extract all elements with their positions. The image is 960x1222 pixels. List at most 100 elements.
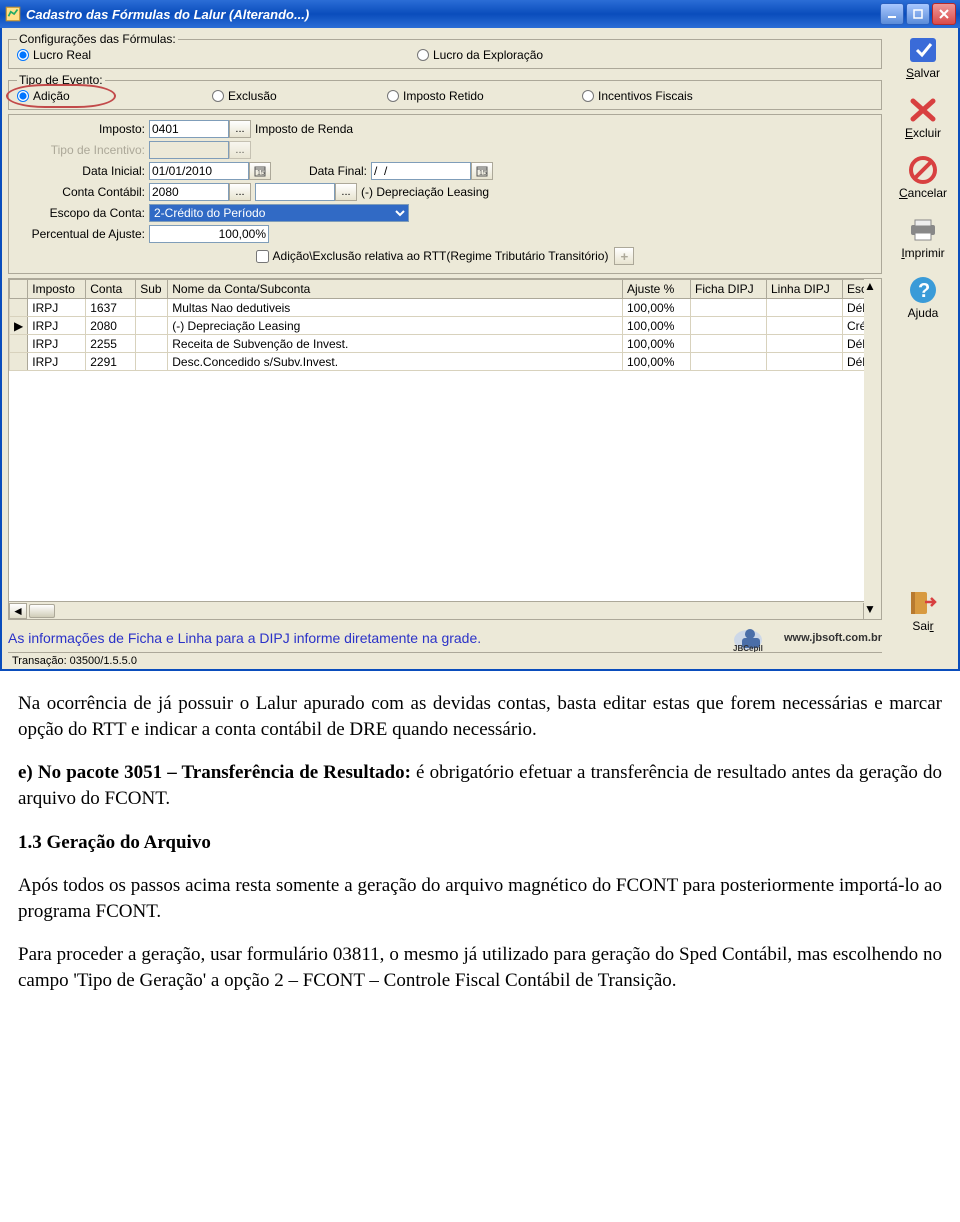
window-minimize-button[interactable]	[880, 3, 904, 25]
print-icon	[907, 217, 939, 243]
tipo-evento-legend: Tipo de Evento:	[17, 73, 105, 87]
status-bar: Transação: 03500/1.5.5.0	[8, 652, 882, 669]
config-formulas-group: Configurações das Fórmulas: Lucro Real L…	[8, 32, 882, 69]
grid-header-indicator	[10, 280, 28, 299]
escopo-select[interactable]: 2-Crédito do Período	[149, 204, 409, 222]
table-cell[interactable]: 2291	[86, 353, 136, 371]
grid-empty-area	[9, 371, 881, 601]
ajuda-label: Ajuda	[908, 306, 939, 320]
doc-paragraph: e) No pacote 3051 – Transferência de Res…	[18, 760, 942, 811]
table-cell[interactable]: IRPJ	[28, 317, 86, 335]
table-cell[interactable]	[136, 299, 168, 317]
table-cell[interactable]: 2080	[86, 317, 136, 335]
data-final-calendar-button[interactable]: 15	[471, 162, 493, 180]
grid-header[interactable]: Ajuste %	[623, 280, 691, 299]
ajuda-button[interactable]: ? Ajuda	[905, 274, 941, 320]
grid-header[interactable]: Ficha DIPJ	[691, 280, 767, 299]
radio-lucro-exploracao[interactable]: Lucro da Exploração	[417, 48, 543, 62]
imposto-code-input[interactable]	[149, 120, 229, 138]
calendar-icon: 15	[254, 165, 266, 177]
table-cell[interactable]: 100,00%	[623, 317, 691, 335]
cancelar-button[interactable]: Cancelar	[899, 154, 947, 200]
conta-lookup-button[interactable]: ...	[229, 183, 251, 201]
radio-adicao[interactable]: Adição	[17, 89, 212, 103]
vendor-logo: JBCepil www.jbsoft.com.br	[732, 624, 882, 652]
exit-icon	[907, 588, 939, 618]
document-body: Na ocorrência de já possuir o Lalur apur…	[0, 671, 960, 1052]
table-row[interactable]: IRPJ1637Multas Nao dedutiveis100,00%Déb	[10, 299, 881, 317]
table-cell[interactable]: IRPJ	[28, 353, 86, 371]
rtt-add-button[interactable]: +	[614, 247, 634, 265]
tipo-incentivo-input	[149, 141, 229, 159]
data-final-input[interactable]	[371, 162, 471, 180]
grid-header[interactable]: Sub	[136, 280, 168, 299]
table-cell[interactable]	[767, 335, 843, 353]
rtt-checkbox[interactable]: Adição\Exclusão relativa ao RTT(Regime T…	[256, 249, 609, 263]
table-row[interactable]: ▶IRPJ2080(-) Depreciação Leasing100,00%C…	[10, 317, 881, 335]
table-cell[interactable]: Multas Nao dedutiveis	[168, 299, 623, 317]
data-inicial-calendar-button[interactable]: 15	[249, 162, 271, 180]
table-cell[interactable]	[691, 317, 767, 335]
config-formulas-legend: Configurações das Fórmulas:	[17, 32, 178, 46]
table-cell[interactable]	[767, 299, 843, 317]
table-cell[interactable]	[691, 299, 767, 317]
salvar-button[interactable]: Salvar	[905, 34, 941, 80]
conta-sub-lookup-button[interactable]: ...	[335, 183, 357, 201]
doc-paragraph: Na ocorrência de já possuir o Lalur apur…	[18, 691, 942, 742]
help-icon: ?	[907, 275, 939, 305]
scroll-down-button[interactable]: ▼	[864, 602, 881, 619]
radio-incentivos-fiscais[interactable]: Incentivos Fiscais	[582, 89, 693, 103]
window-close-button[interactable]	[932, 3, 956, 25]
table-row[interactable]: IRPJ2291 Desc.Concedido s/Subv.Invest.100…	[10, 353, 881, 371]
table-cell[interactable]	[691, 353, 767, 371]
grid-header[interactable]: Imposto	[28, 280, 86, 299]
salvar-label: alvar	[914, 66, 940, 80]
scroll-up-button[interactable]: ▲	[864, 279, 881, 296]
table-cell[interactable]	[136, 335, 168, 353]
vertical-scrollbar[interactable]: ▲ ▼	[864, 279, 881, 619]
radio-exclusao[interactable]: Exclusão	[212, 89, 387, 103]
table-cell[interactable]: (-) Depreciação Leasing	[168, 317, 623, 335]
doc-heading: 1.3 Geração do Arquivo	[18, 830, 942, 856]
table-cell[interactable]: 100,00%	[623, 353, 691, 371]
svg-text:?: ?	[918, 280, 930, 302]
radio-imposto-retido[interactable]: Imposto Retido	[387, 89, 582, 103]
conta-code-input[interactable]	[149, 183, 229, 201]
grid-header[interactable]: Linha DIPJ	[767, 280, 843, 299]
table-cell[interactable]	[136, 353, 168, 371]
doc-paragraph: Após todos os passos acima resta somente…	[18, 873, 942, 924]
scroll-thumb[interactable]	[29, 604, 55, 618]
window-maximize-button[interactable]	[906, 3, 930, 25]
table-cell[interactable]: 100,00%	[623, 299, 691, 317]
table-cell[interactable]	[136, 317, 168, 335]
horizontal-scrollbar[interactable]: ◄ ►	[9, 601, 881, 619]
sair-button[interactable]: Sair	[905, 587, 941, 633]
percentual-input[interactable]	[149, 225, 269, 243]
table-cell[interactable]: IRPJ	[28, 335, 86, 353]
conta-sub-input[interactable]	[255, 183, 335, 201]
app-icon	[4, 5, 22, 23]
table-row[interactable]: IRPJ2255 Receita de Subvenção de Invest.1…	[10, 335, 881, 353]
table-cell[interactable]: 2255	[86, 335, 136, 353]
grid-header[interactable]: Nome da Conta/Subconta	[168, 280, 623, 299]
table-cell[interactable]	[767, 353, 843, 371]
table-cell[interactable]: IRPJ	[28, 299, 86, 317]
table-cell[interactable]: 100,00%	[623, 335, 691, 353]
imposto-lookup-button[interactable]: ...	[229, 120, 251, 138]
doc-paragraph: Para proceder a geração, usar formulário…	[18, 942, 942, 993]
scroll-left-button[interactable]: ◄	[9, 603, 27, 619]
table-cell[interactable]: Receita de Subvenção de Invest.	[168, 335, 623, 353]
table-cell[interactable]	[691, 335, 767, 353]
data-inicial-input[interactable]	[149, 162, 249, 180]
data-final-label: Data Final:	[291, 164, 371, 178]
tipo-incentivo-label: Tipo de Incentivo:	[17, 143, 149, 157]
table-cell[interactable]: 1637	[86, 299, 136, 317]
jbcepil-icon: JBCepil	[732, 624, 782, 652]
imprimir-button[interactable]: Imprimir	[901, 214, 944, 260]
excluir-button[interactable]: Excluir	[905, 94, 941, 140]
radio-lucro-real[interactable]: Lucro Real	[17, 48, 417, 62]
row-indicator	[10, 299, 28, 317]
table-cell[interactable]: Desc.Concedido s/Subv.Invest.	[168, 353, 623, 371]
table-cell[interactable]	[767, 317, 843, 335]
grid-header[interactable]: Conta	[86, 280, 136, 299]
